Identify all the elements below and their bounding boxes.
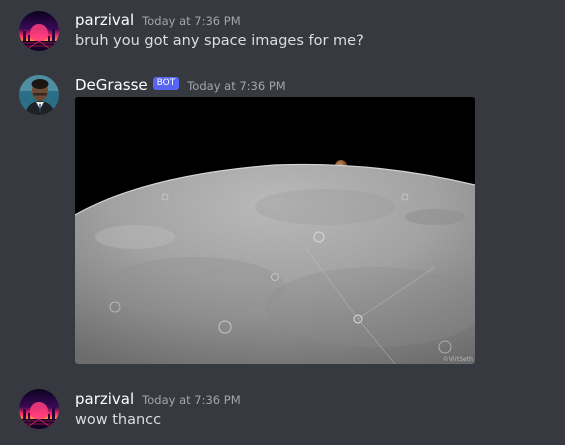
username[interactable]: parzival [75,388,134,410]
bot-badge: BOT [152,76,180,90]
username[interactable]: DeGrasse [75,74,148,96]
message-header: parzival Today at 7:36 PM [75,388,241,410]
message-text: wow thancc [75,412,162,428]
message-header: parzival Today at 7:36 PM [75,9,241,31]
avatar[interactable] [19,11,59,51]
timestamp[interactable]: Today at 7:36 PM [142,10,240,32]
message-text: bruh you got any space images for me? [75,33,364,49]
message-parzival-1: parzival Today at 7:36 PM bruh you got a… [0,9,565,53]
chat-messages: parzival Today at 7:36 PM bruh you got a… [0,0,565,445]
image-credit: ©VirtSeth [442,356,473,363]
avatar[interactable] [19,389,59,429]
timestamp[interactable]: Today at 7:36 PM [187,75,285,97]
image-attachment[interactable]: ©VirtSeth [75,97,475,364]
avatar[interactable] [19,75,59,115]
avatar-synthwave-icon [19,389,59,429]
timestamp[interactable]: Today at 7:36 PM [142,389,240,411]
message-parzival-2: parzival Today at 7:36 PM wow thancc [0,388,565,432]
avatar-synthwave-icon [19,11,59,51]
username[interactable]: parzival [75,9,134,31]
message-header: DeGrasse BOT Today at 7:36 PM [75,74,286,96]
avatar-person-icon [19,75,59,115]
moon-surface-image [75,97,475,364]
